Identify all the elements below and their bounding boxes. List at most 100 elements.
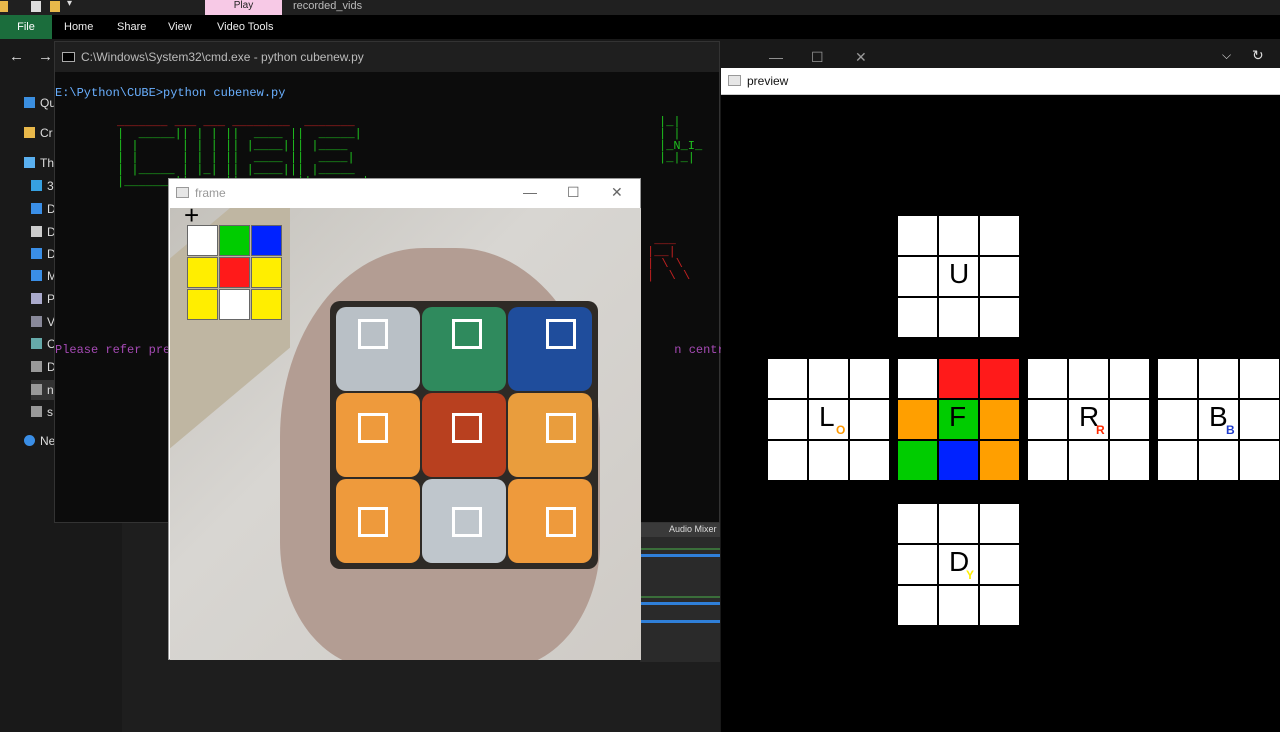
sidebar-item-drive-d[interactable]: D [31,357,56,377]
net-cell-b [1158,359,1197,398]
net-cell-u [980,298,1019,337]
face-sublabel-l: O [836,423,846,437]
net-cell-d [980,545,1019,584]
net-cell-u [898,216,937,255]
sample-region [358,413,388,443]
net-cell-f [898,441,937,480]
sample-region [452,319,482,349]
net-cell-u [939,298,978,337]
window-icon [176,187,189,198]
sidebar-item-network[interactable]: Ne [24,431,55,451]
net-cell-d [939,504,978,543]
face-sublabel-r: R [1096,423,1105,437]
folder-icon [0,1,8,12]
checkbox-icon[interactable] [31,1,41,12]
sidebar-item-quick-access[interactable]: Qu [24,93,56,113]
chevron-down-icon[interactable]: ⌵ [1222,48,1231,63]
face-sublabel-d: Y [966,568,975,582]
net-cell-d [898,545,937,584]
audio-level-bar [640,548,720,550]
audio-meter-bar [640,554,720,557]
cmd-title: C:\Windows\System32\cmd.exe - python cub… [81,50,364,64]
frame-title: frame [195,186,226,200]
sidebar-item-documents[interactable]: D [31,222,56,242]
close-button[interactable]: ✕ [611,184,623,201]
net-cell-b [1158,441,1197,480]
sample-region [546,319,576,349]
audio-mixer-header: Audio Mixer [640,521,720,537]
refresh-icon[interactable]: ↻ [1252,47,1264,64]
window-icon [728,75,741,86]
net-cell-b [1158,400,1197,439]
crosshair-cursor: + [184,208,200,230]
preview-window: preview ULOFRRBBDY [721,68,1280,732]
explorer-title-strip [0,0,1280,15]
audio-level-bar [640,596,720,598]
camera-feed: + [170,208,641,660]
face-label-u: U [949,258,970,289]
cmd-icon [62,52,75,62]
net-cell-l [809,359,848,398]
sidebar-item-this-pc[interactable]: Th [24,153,54,173]
frame-window: frame — ☐ ✕ + [168,178,641,660]
net-cell-r [1069,441,1108,480]
net-cell-f [939,441,978,480]
tab-file[interactable]: File [0,15,52,39]
sidebar-item-drive-s[interactable]: s [31,402,53,422]
net-cell-d [980,504,1019,543]
net-cell-u [980,216,1019,255]
sidebar-item-pictures[interactable]: P [31,289,55,309]
customize-toolbar-icon[interactable]: ▾ [67,0,72,9]
sidebar-item-desktop[interactable]: D [31,199,56,219]
net-cell-l [768,359,807,398]
tab-home[interactable]: Home [64,15,93,39]
drive-icon [31,361,42,372]
ascii-banner-right: |_| | | |_N_I_ |_|_| [659,115,703,165]
net-cell-f [980,441,1019,480]
tab-view[interactable]: View [168,15,192,39]
net-cell-r [1069,359,1108,398]
sidebar-item-downloads[interactable]: D [31,244,56,264]
net-cell-l [768,400,807,439]
net-cell-b [1240,441,1279,480]
net-cell-b [1240,400,1279,439]
face-label-b: B [1209,401,1228,432]
sample-region [452,413,482,443]
cmd-titlebar: C:\Windows\System32\cmd.exe - python cub… [55,42,867,72]
forward-arrow-icon[interactable]: → [38,48,53,65]
back-arrow-icon[interactable]: ← [9,48,24,65]
net-cell-u [898,257,937,296]
net-cell-b [1199,441,1238,480]
detected-color-cell [251,257,282,288]
sidebar-item-creative-cloud[interactable]: Cr [24,123,53,143]
folder-icon [50,1,60,12]
cmd-prompt-line: E:\Python\CUBE>python cubenew.py [55,86,286,100]
maximize-button[interactable]: ☐ [567,184,580,201]
audio-meter-bar [640,602,720,605]
tab-video-tools[interactable]: Video Tools [217,15,273,39]
drive-icon [31,406,42,417]
audio-mixer-panel [640,520,720,662]
net-cell-f [980,400,1019,439]
face-label-f: F [949,401,967,432]
net-cell-l [850,400,889,439]
picture-icon [31,293,42,304]
net-cell-f [939,359,978,398]
sidebar-item-drive-c[interactable]: C [31,334,56,354]
net-cell-f [898,359,937,398]
cube-icon [31,180,42,191]
detected-color-cell [251,225,282,256]
tab-share[interactable]: Share [117,15,146,39]
music-icon [31,270,42,281]
sidebar-item-videos[interactable]: V [31,312,55,332]
detected-color-cell [219,257,250,288]
net-cell-u [898,298,937,337]
net-cell-r [1028,441,1067,480]
play-tab[interactable]: Play [205,0,282,15]
computer-icon [24,157,35,168]
minimize-button[interactable]: — [523,184,537,200]
document-icon [31,226,42,237]
video-icon [31,316,42,327]
sidebar-item-drive-n[interactable]: n [31,380,54,400]
sidebar-item-3d-objects[interactable]: 3 [31,176,54,196]
